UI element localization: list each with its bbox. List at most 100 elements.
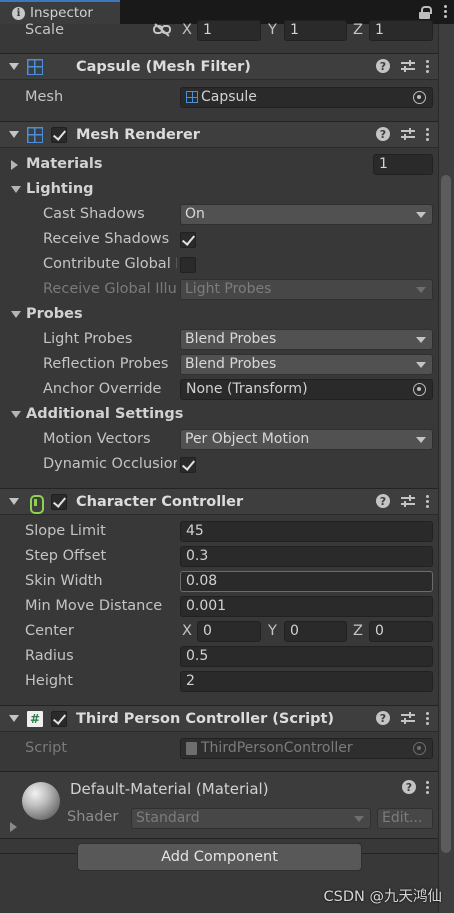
foldout-down-icon[interactable]: [11, 411, 21, 418]
cast-shadows-dropdown[interactable]: On: [180, 204, 433, 225]
step-offset-row: Step Offset 0.3: [0, 545, 438, 570]
anchor-override-value: None (Transform): [186, 381, 308, 397]
scale-x-field[interactable]: 1: [197, 20, 261, 41]
foldout-arrow-icon[interactable]: [9, 715, 19, 722]
divider: [0, 838, 438, 839]
motion-vectors-value: Per Object Motion: [185, 431, 310, 447]
dropdown-arrow-icon: [416, 362, 426, 368]
object-picker-icon[interactable]: [413, 91, 426, 104]
receive-shadows-row: Receive Shadows: [0, 228, 438, 253]
slope-limit-field[interactable]: 45: [180, 521, 433, 542]
scrollbar-thumb[interactable]: [441, 175, 451, 853]
help-icon[interactable]: ?: [376, 127, 390, 141]
foldout-arrow-icon[interactable]: [9, 498, 19, 505]
mesh-renderer-enabled-checkbox[interactable]: [51, 127, 67, 143]
scale-row: Scale X 1 Y 1 Z 1: [0, 19, 438, 44]
character-controller-header[interactable]: Character Controller ?: [0, 488, 438, 515]
add-component-button[interactable]: Add Component: [77, 843, 362, 871]
center-x-field[interactable]: 0: [197, 621, 261, 642]
lock-icon[interactable]: [419, 6, 432, 19]
anchor-override-label: Anchor Override: [43, 381, 162, 397]
help-icon[interactable]: ?: [402, 780, 416, 794]
help-icon[interactable]: ?: [376, 494, 390, 508]
edit-shader-button[interactable]: Edit...: [377, 808, 433, 829]
presets-icon[interactable]: [401, 127, 415, 141]
foldout-arrow-icon[interactable]: [9, 63, 19, 70]
tab-menu-icon[interactable]: [444, 3, 448, 18]
dynamic-occlusion-row: Dynamic Occlusion: [0, 453, 438, 478]
dropdown-arrow-icon: [354, 816, 364, 822]
object-picker-icon: [413, 742, 426, 755]
scale-x-axis-label: X: [182, 22, 192, 38]
script-enabled-checkbox[interactable]: [51, 711, 67, 727]
mesh-filter-header[interactable]: Capsule (Mesh Filter) ?: [0, 53, 438, 80]
component-menu-icon[interactable]: [426, 127, 430, 141]
scale-z-field[interactable]: 1: [369, 20, 433, 41]
mesh-renderer-icon: [27, 127, 43, 143]
mesh-asset-icon: [186, 91, 198, 103]
presets-icon[interactable]: [401, 59, 415, 73]
lighting-row[interactable]: Lighting: [0, 178, 438, 203]
shader-label: Shader: [67, 809, 119, 825]
mesh-field[interactable]: Capsule: [180, 87, 433, 108]
character-controller-icon: [27, 494, 44, 514]
min-move-distance-field[interactable]: 0.001: [180, 596, 433, 617]
step-offset-label: Step Offset: [25, 548, 107, 564]
additional-settings-label: Additional Settings: [26, 406, 184, 422]
motion-vectors-dropdown[interactable]: Per Object Motion: [180, 429, 433, 450]
script-value: ThirdPersonController: [201, 740, 353, 756]
receive-gi-label: Receive Global Illu: [43, 281, 177, 297]
center-x-axis-label: X: [182, 623, 192, 639]
light-probes-dropdown[interactable]: Blend Probes: [180, 329, 433, 350]
materials-row[interactable]: Materials 1: [0, 153, 438, 178]
script-row: Script ThirdPersonController: [0, 737, 438, 762]
object-picker-icon[interactable]: [413, 383, 426, 396]
component-menu-icon[interactable]: [426, 494, 430, 508]
foldout-right-icon[interactable]: [11, 160, 18, 170]
script-component-header[interactable]: # Third Person Controller (Script) ?: [0, 705, 438, 732]
dynamic-occlusion-checkbox[interactable]: [180, 457, 196, 473]
script-field: ThirdPersonController: [180, 738, 433, 759]
help-icon[interactable]: ?: [376, 711, 390, 725]
presets-icon[interactable]: [401, 711, 415, 725]
anchor-override-field[interactable]: None (Transform): [180, 379, 433, 400]
shader-dropdown[interactable]: Standard: [131, 808, 371, 829]
materials-count-field[interactable]: 1: [373, 154, 433, 175]
mesh-row: Mesh Capsule: [0, 86, 438, 111]
cast-shadows-value: On: [185, 206, 205, 222]
radius-row: Radius 0.5: [0, 645, 438, 670]
character-controller-enabled-checkbox[interactable]: [51, 494, 67, 510]
additional-settings-row[interactable]: Additional Settings: [0, 403, 438, 428]
mesh-renderer-header[interactable]: Mesh Renderer ?: [0, 121, 438, 148]
center-y-axis-label: Y: [268, 623, 277, 639]
receive-shadows-checkbox[interactable]: [180, 232, 196, 248]
reflection-probes-dropdown[interactable]: Blend Probes: [180, 354, 433, 375]
probes-row[interactable]: Probes: [0, 303, 438, 328]
height-label: Height: [25, 673, 73, 689]
foldout-down-icon[interactable]: [11, 186, 21, 193]
link-icon[interactable]: [153, 23, 171, 37]
scale-y-axis-label: Y: [268, 22, 277, 38]
skin-width-field[interactable]: 0.08: [180, 571, 433, 592]
foldout-arrow-icon[interactable]: [9, 131, 19, 138]
material-menu-icon[interactable]: [426, 780, 430, 794]
contribute-gi-checkbox[interactable]: [180, 257, 196, 273]
scale-label: Scale: [25, 22, 65, 38]
component-menu-icon[interactable]: [426, 711, 430, 725]
radius-field[interactable]: 0.5: [180, 646, 433, 667]
contribute-gi-label: Contribute Global I: [43, 256, 177, 272]
center-z-field[interactable]: 0: [369, 621, 433, 642]
mesh-filter-title: Capsule (Mesh Filter): [76, 59, 251, 75]
center-y-field[interactable]: 0: [284, 621, 347, 642]
scale-y-field[interactable]: 1: [284, 20, 347, 41]
presets-icon[interactable]: [401, 494, 415, 508]
slope-limit-row: Slope Limit 45: [0, 520, 438, 545]
motion-vectors-row: Motion Vectors Per Object Motion: [0, 428, 438, 453]
dynamic-occlusion-label: Dynamic Occlusion: [43, 456, 177, 472]
component-menu-icon[interactable]: [426, 59, 430, 73]
step-offset-field[interactable]: 0.3: [180, 546, 433, 567]
help-icon[interactable]: ?: [376, 59, 390, 73]
height-field[interactable]: 2: [180, 671, 433, 692]
foldout-right-icon[interactable]: [10, 822, 17, 832]
foldout-down-icon[interactable]: [11, 311, 21, 318]
